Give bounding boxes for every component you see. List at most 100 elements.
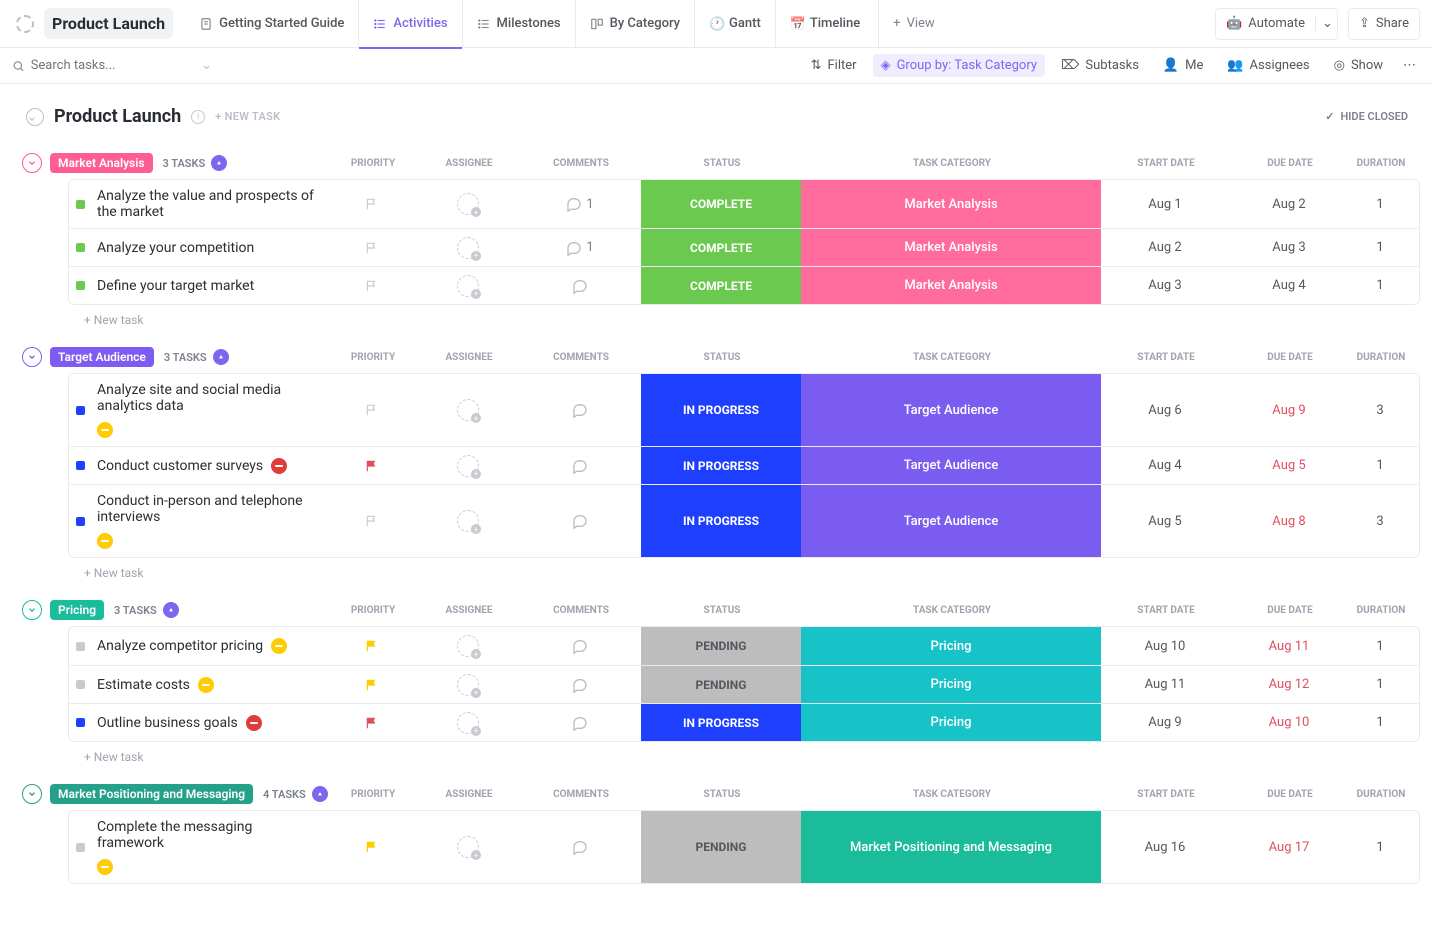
due-date-cell[interactable]: Aug 3 — [1229, 229, 1349, 266]
add-view-button[interactable]: + View — [878, 0, 949, 48]
col-assignee[interactable]: ASSIGNEE — [418, 605, 520, 616]
priority-cell[interactable] — [327, 447, 417, 484]
status-marker[interactable] — [69, 243, 91, 252]
duration-cell[interactable]: 1 — [1349, 704, 1419, 741]
start-date-cell[interactable]: Aug 3 — [1101, 267, 1229, 304]
col-start-date[interactable]: START DATE — [1102, 605, 1230, 616]
task-row[interactable]: Analyze competitor pricing PENDING Prici… — [69, 627, 1419, 665]
hide-closed-button[interactable]: ✓ HIDE CLOSED — [1325, 110, 1408, 123]
add-assignee-icon[interactable] — [457, 836, 479, 858]
add-task-button[interactable]: + New task — [12, 305, 1420, 327]
start-date-cell[interactable]: Aug 16 — [1101, 811, 1229, 883]
comments-cell[interactable] — [519, 485, 641, 557]
task-row[interactable]: Analyze the value and prospects of the m… — [69, 180, 1419, 228]
due-date-cell[interactable]: Aug 9 — [1229, 374, 1349, 446]
col-due-date[interactable]: DUE DATE — [1230, 605, 1350, 616]
due-date-cell[interactable]: Aug 8 — [1229, 485, 1349, 557]
task-row[interactable]: Define your target market COMPLETE Marke… — [69, 266, 1419, 304]
col-comments[interactable]: COMMENTS — [520, 352, 642, 363]
group-pill[interactable]: Pricing — [50, 600, 104, 620]
col-due-date[interactable]: DUE DATE — [1230, 789, 1350, 800]
comments-cell[interactable] — [519, 267, 641, 304]
assignee-cell[interactable] — [417, 811, 519, 883]
task-name[interactable]: Conduct customer surveys — [91, 450, 327, 482]
assignee-cell[interactable] — [417, 229, 519, 266]
priority-cell[interactable] — [327, 229, 417, 266]
add-assignee-icon[interactable] — [457, 510, 479, 532]
col-status[interactable]: STATUS — [642, 158, 802, 169]
filter-button[interactable]: ⇅Filter — [803, 54, 865, 77]
status-cell[interactable]: PENDING — [641, 666, 801, 703]
category-cell[interactable]: Market Analysis — [801, 180, 1101, 228]
group-toggle[interactable] — [22, 347, 42, 367]
category-cell[interactable]: Target Audience — [801, 447, 1101, 484]
duration-cell[interactable]: 3 — [1349, 374, 1419, 446]
add-assignee-icon[interactable] — [457, 455, 479, 477]
status-marker[interactable] — [69, 517, 91, 526]
assignee-cell[interactable] — [417, 374, 519, 446]
comments-cell[interactable] — [519, 627, 641, 665]
task-name[interactable]: Complete the messaging framework — [91, 811, 327, 883]
status-marker[interactable] — [69, 406, 91, 415]
share-button[interactable]: ⇪ Share — [1348, 8, 1420, 40]
collapse-all-icon[interactable] — [26, 108, 44, 126]
add-assignee-icon[interactable] — [457, 237, 479, 259]
col-start-date[interactable]: START DATE — [1102, 158, 1230, 169]
due-date-cell[interactable]: Aug 12 — [1229, 666, 1349, 703]
comments-cell[interactable] — [519, 374, 641, 446]
duration-cell[interactable]: 3 — [1349, 485, 1419, 557]
comments-cell[interactable] — [519, 447, 641, 484]
col-assignee[interactable]: ASSIGNEE — [418, 789, 520, 800]
task-row[interactable]: Complete the messaging framework PENDING… — [69, 811, 1419, 883]
task-name[interactable]: Analyze the value and prospects of the m… — [91, 180, 327, 228]
task-row[interactable]: Outline business goals IN PROGRESS Prici… — [69, 703, 1419, 741]
tab-gantt[interactable]: 🕐Gantt — [694, 0, 775, 48]
assignees-button[interactable]: 👥Assignees — [1219, 54, 1317, 77]
new-task-header-button[interactable]: + NEW TASK — [215, 110, 280, 123]
task-name[interactable]: Outline business goals — [91, 707, 327, 739]
due-date-cell[interactable]: Aug 2 — [1229, 180, 1349, 228]
col-comments[interactable]: COMMENTS — [520, 789, 642, 800]
col-status[interactable]: STATUS — [642, 352, 802, 363]
status-marker[interactable] — [69, 200, 91, 209]
status-cell[interactable]: IN PROGRESS — [641, 704, 801, 741]
start-date-cell[interactable]: Aug 10 — [1101, 627, 1229, 665]
task-name[interactable]: Define your target market — [91, 270, 327, 302]
add-task-button[interactable]: + New task — [12, 742, 1420, 764]
col-category[interactable]: TASK CATEGORY — [802, 158, 1102, 169]
col-duration[interactable]: DURATION — [1350, 789, 1420, 800]
group-toggle[interactable] — [22, 784, 42, 804]
duration-cell[interactable]: 1 — [1349, 180, 1419, 228]
col-start-date[interactable]: START DATE — [1102, 789, 1230, 800]
status-cell[interactable]: COMPLETE — [641, 267, 801, 304]
group-by-button[interactable]: ◈Group by: Task Category — [873, 54, 1045, 77]
status-cell[interactable]: PENDING — [641, 627, 801, 665]
category-cell[interactable]: Pricing — [801, 704, 1101, 741]
assignee-cell[interactable] — [417, 180, 519, 228]
status-cell[interactable]: IN PROGRESS — [641, 447, 801, 484]
task-row[interactable]: Analyze site and social media analytics … — [69, 374, 1419, 446]
show-button[interactable]: ◎Show — [1326, 54, 1391, 77]
start-date-cell[interactable]: Aug 4 — [1101, 447, 1229, 484]
task-name[interactable]: Estimate costs — [91, 669, 327, 701]
category-cell[interactable]: Market Analysis — [801, 229, 1101, 266]
sort-icon[interactable] — [213, 349, 229, 365]
col-comments[interactable]: COMMENTS — [520, 605, 642, 616]
col-duration[interactable]: DURATION — [1350, 352, 1420, 363]
start-date-cell[interactable]: Aug 9 — [1101, 704, 1229, 741]
status-marker[interactable] — [69, 718, 91, 727]
info-icon[interactable]: i — [191, 110, 205, 124]
priority-cell[interactable] — [327, 485, 417, 557]
add-assignee-icon[interactable] — [457, 275, 479, 297]
status-marker[interactable] — [69, 461, 91, 470]
task-row[interactable]: Conduct in-person and telephone intervie… — [69, 484, 1419, 557]
col-status[interactable]: STATUS — [642, 789, 802, 800]
chevron-down-icon[interactable]: ⌄ — [1315, 16, 1333, 31]
start-date-cell[interactable]: Aug 2 — [1101, 229, 1229, 266]
col-comments[interactable]: COMMENTS — [520, 158, 642, 169]
priority-cell[interactable] — [327, 704, 417, 741]
col-duration[interactable]: DURATION — [1350, 605, 1420, 616]
tab-timeline[interactable]: 📅Timeline — [775, 0, 874, 48]
status-cell[interactable]: IN PROGRESS — [641, 374, 801, 446]
comments-cell[interactable]: 1 — [519, 180, 641, 228]
